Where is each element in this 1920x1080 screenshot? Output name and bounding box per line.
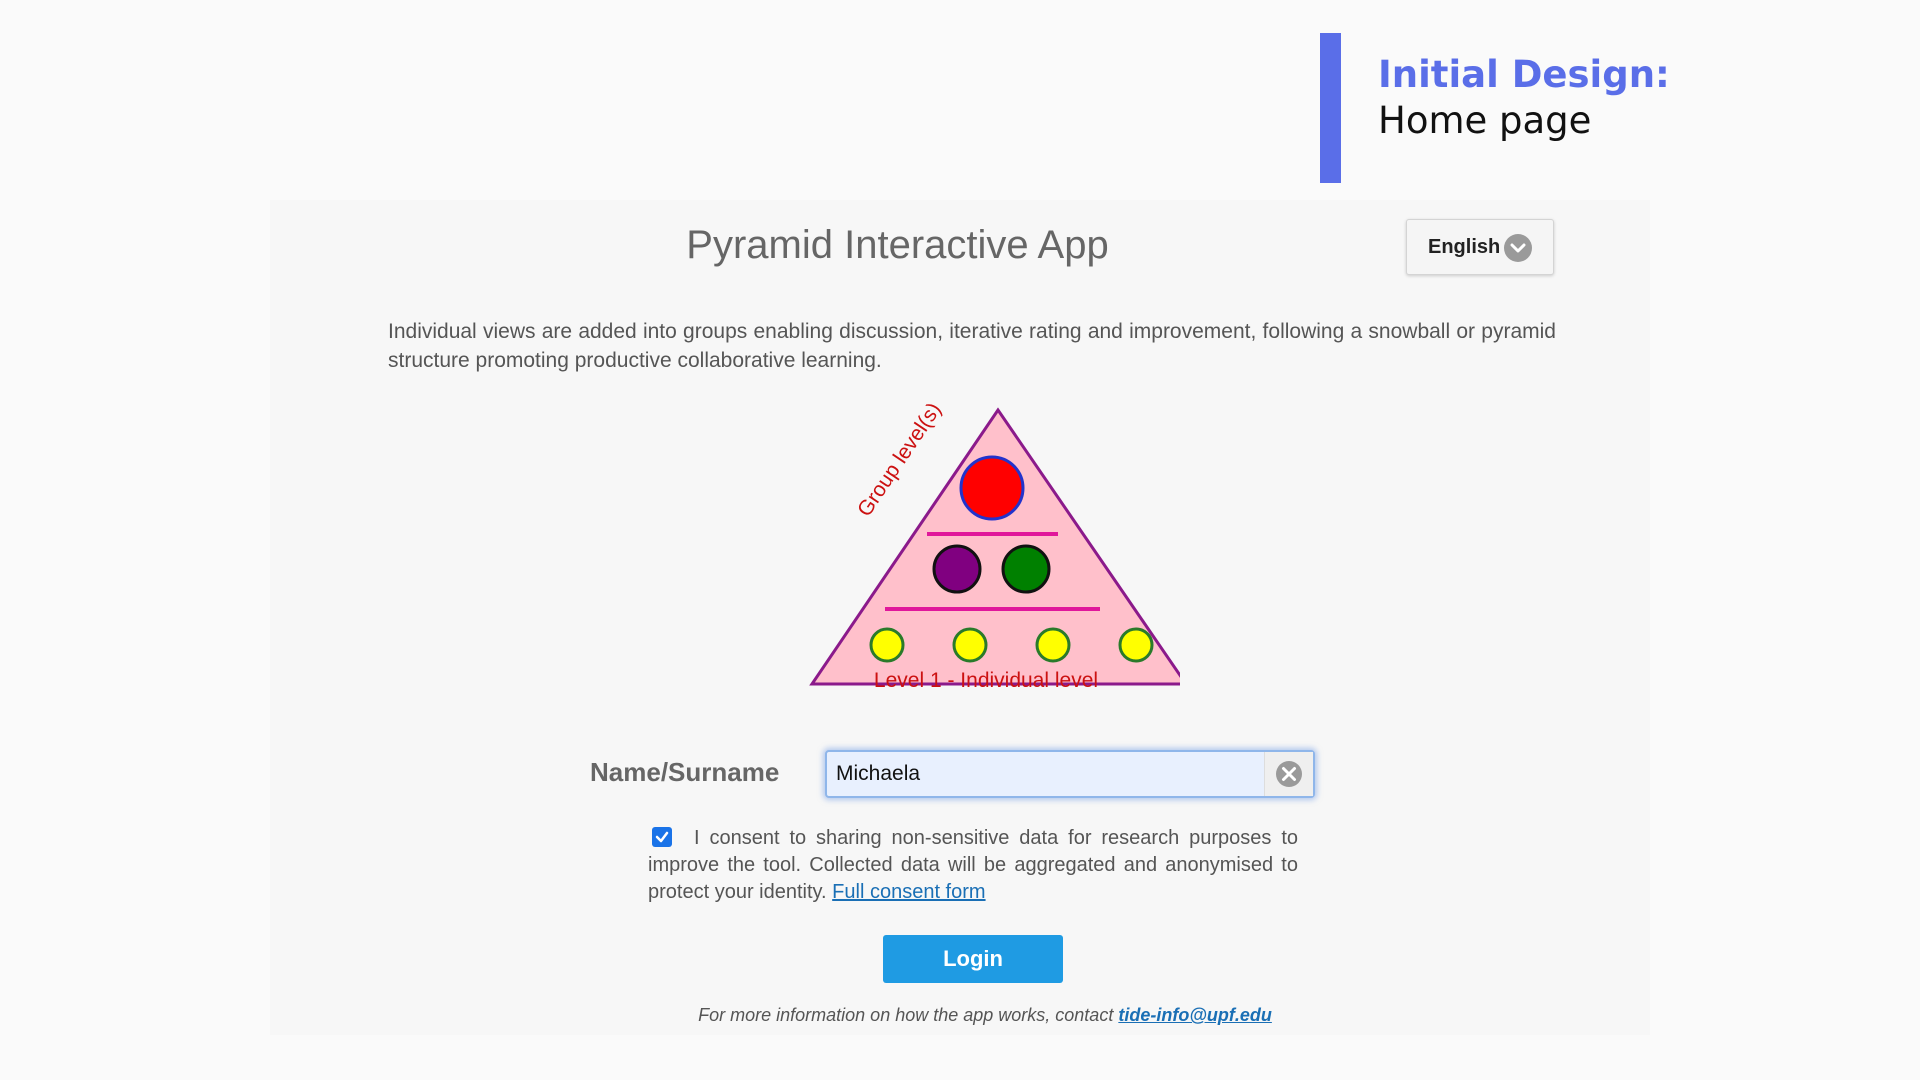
slide-title-line2: Home page bbox=[1378, 99, 1592, 142]
language-selected-value: English bbox=[1428, 235, 1501, 258]
name-input[interactable] bbox=[827, 752, 1267, 796]
pyramid-base-circle-2 bbox=[952, 627, 988, 663]
pyramid-level1-label: Level 1 - Individual level bbox=[874, 669, 1098, 692]
footer-text: For more information on how the app work… bbox=[698, 1005, 1114, 1025]
slide-title: Initial Design: Home page bbox=[1378, 52, 1670, 144]
pyramid-base-circle-3 bbox=[1035, 627, 1071, 663]
login-button[interactable]: Login bbox=[883, 935, 1063, 983]
slide-title-line1: Initial Design: bbox=[1378, 53, 1670, 96]
pyramid-mid-circle-right bbox=[1001, 544, 1051, 594]
app-description: Individual views are added into groups e… bbox=[388, 320, 1556, 372]
pyramid-mid-circle-left bbox=[932, 544, 982, 594]
name-field-wrapper bbox=[825, 750, 1315, 798]
app-panel: Pyramid Interactive App English Individu… bbox=[270, 200, 1650, 1035]
checkmark-icon bbox=[655, 831, 669, 843]
clear-circle-icon bbox=[1276, 761, 1302, 787]
pyramid-base-circle-4 bbox=[1118, 627, 1154, 663]
name-field-label: Name/Surname bbox=[590, 757, 780, 787]
contact-email-link[interactable]: tide-info@upf.edu bbox=[1118, 1005, 1272, 1025]
footer-note: For more information on how the app work… bbox=[270, 1005, 1700, 1026]
consent-block: I consent to sharing non-sensitive data … bbox=[648, 825, 1298, 906]
language-select[interactable]: English bbox=[1406, 219, 1554, 275]
pyramid-base-circle-1 bbox=[869, 627, 905, 663]
app-title: Pyramid Interactive App bbox=[686, 223, 1109, 267]
clear-input-button[interactable] bbox=[1264, 752, 1313, 796]
slide-accent-bar bbox=[1320, 33, 1341, 183]
pyramid-top-circle bbox=[959, 455, 1025, 521]
consent-checkbox[interactable] bbox=[652, 827, 672, 847]
consent-form-link[interactable]: Full consent form bbox=[832, 881, 985, 903]
pyramid-diagram: Group level(s) Level 1 - Individual leve… bbox=[809, 400, 1180, 692]
chevron-down-icon bbox=[1504, 234, 1532, 262]
pyramid-group-level-label: Group level(s) bbox=[853, 400, 946, 521]
